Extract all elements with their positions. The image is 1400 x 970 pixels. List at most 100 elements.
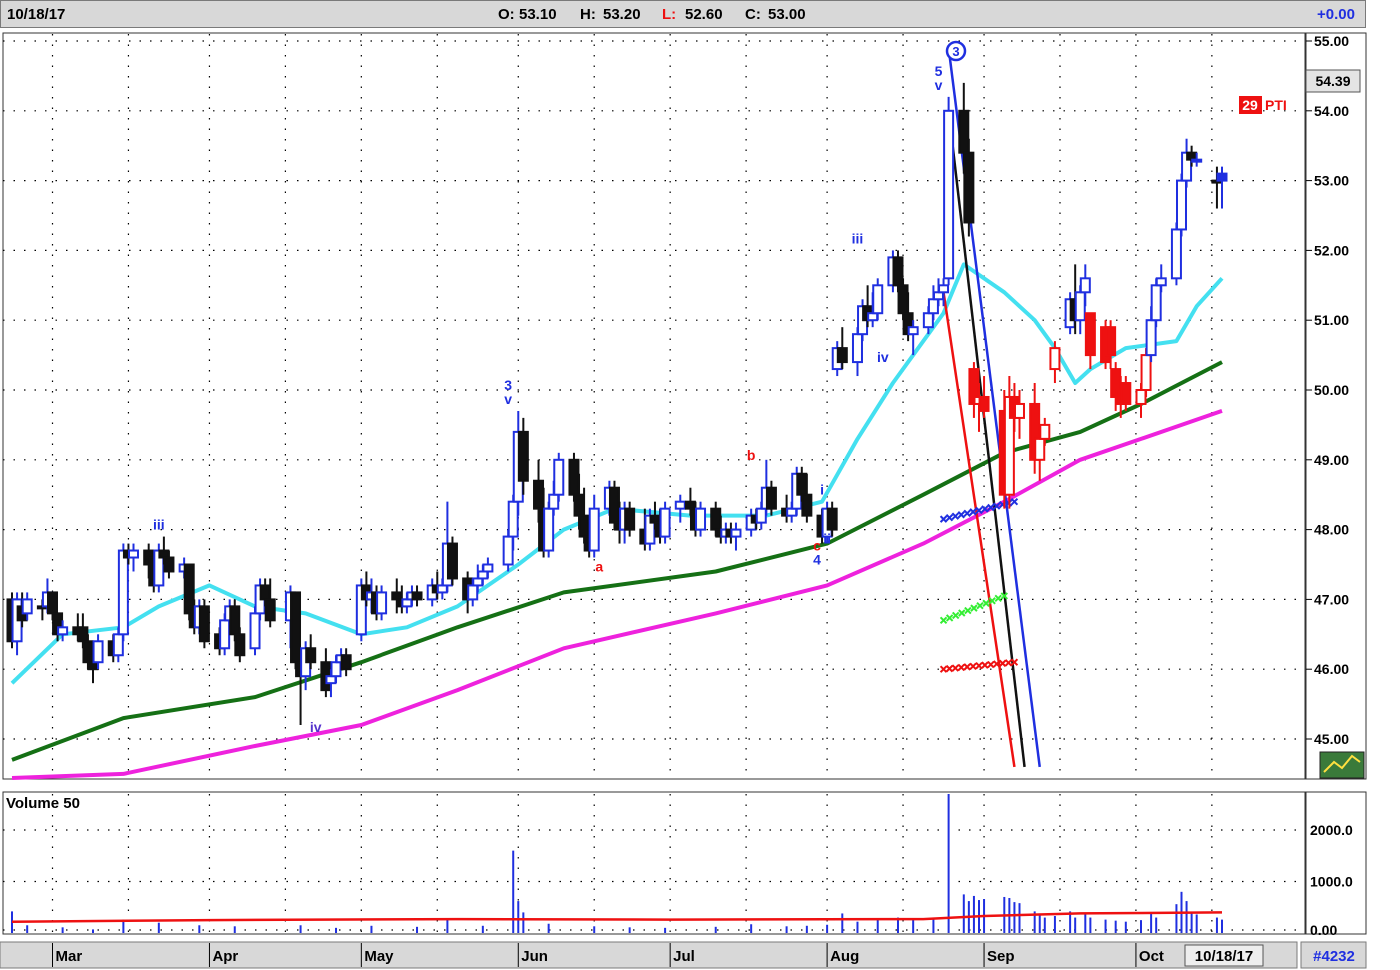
candle-body bbox=[158, 549, 170, 559]
stock-chart: Mar Apr May Jun Jul Aug Sep Oct 55.00 54.00 53.00… bbox=[0, 32, 1367, 969]
candle-body bbox=[695, 507, 707, 531]
candle-body bbox=[1175, 179, 1187, 231]
candle-body bbox=[674, 500, 686, 510]
month-label: Sep bbox=[987, 948, 1015, 965]
candle-body bbox=[1105, 326, 1117, 357]
candle-body bbox=[963, 151, 975, 224]
candle-body bbox=[1186, 151, 1198, 161]
candle-body bbox=[533, 479, 545, 510]
month-label: Jun bbox=[521, 948, 548, 965]
candle-body bbox=[796, 472, 808, 496]
candle-body bbox=[659, 507, 671, 538]
month-label: Apr bbox=[212, 948, 238, 965]
candle-body bbox=[47, 591, 59, 615]
price-tick-label: 50.00 bbox=[1314, 382, 1349, 398]
candle-body bbox=[801, 493, 813, 517]
price-tick-label: 47.00 bbox=[1314, 591, 1349, 607]
wave-label: i bbox=[820, 482, 824, 498]
price-tick-label: 46.00 bbox=[1314, 661, 1349, 677]
volume-tick-label: 2000.0 bbox=[1310, 822, 1353, 838]
candle-body bbox=[765, 486, 777, 510]
candle-body bbox=[755, 507, 767, 524]
candle-body bbox=[927, 298, 939, 315]
candle-body bbox=[588, 507, 600, 552]
candle-body bbox=[507, 500, 519, 538]
chart-tool-icon[interactable] bbox=[1319, 751, 1365, 779]
candle-body bbox=[1140, 354, 1152, 392]
candle-body bbox=[851, 333, 863, 364]
candle-body bbox=[1049, 347, 1061, 371]
month-label: Aug bbox=[830, 948, 859, 965]
wave-label: a bbox=[595, 558, 603, 574]
candle-body bbox=[1150, 284, 1162, 322]
candle-body bbox=[568, 458, 580, 496]
candle-body bbox=[922, 312, 934, 329]
candle-body bbox=[867, 312, 879, 322]
last-price: 54.39 bbox=[1315, 73, 1350, 89]
candle-body bbox=[128, 549, 140, 559]
candle-body bbox=[290, 591, 302, 664]
candle-body bbox=[482, 563, 494, 573]
candle-body bbox=[684, 500, 696, 510]
candle-body bbox=[436, 584, 448, 594]
candle-body bbox=[57, 626, 69, 636]
candle-body bbox=[1216, 172, 1228, 182]
candle-body bbox=[710, 507, 722, 531]
candle-body bbox=[943, 109, 955, 280]
price-tick-label: 49.00 bbox=[1314, 452, 1349, 468]
candle-body bbox=[958, 109, 970, 154]
candle-body bbox=[872, 284, 884, 315]
chart-tool-bg bbox=[1319, 751, 1365, 779]
candle-body bbox=[730, 528, 742, 538]
candle-body bbox=[77, 626, 89, 643]
candle-body bbox=[608, 486, 620, 524]
candle-body bbox=[578, 514, 590, 538]
pti-label: PTI bbox=[1265, 97, 1287, 113]
candle-body bbox=[978, 395, 990, 412]
candle-body bbox=[21, 598, 33, 615]
wave-label: iv bbox=[877, 349, 889, 365]
price-tick-label: 52.00 bbox=[1314, 242, 1349, 258]
volume-axis-frame bbox=[1305, 791, 1367, 935]
candle-body bbox=[553, 458, 565, 496]
cursor-date: 10/18/17 bbox=[1195, 948, 1253, 965]
volume-tick-label: 0.00 bbox=[1310, 922, 1337, 938]
candle-body bbox=[219, 619, 231, 650]
candle-body bbox=[330, 661, 342, 678]
candle-body bbox=[1155, 277, 1167, 287]
wave-label: v bbox=[504, 391, 512, 407]
wave-label: iii bbox=[852, 230, 864, 246]
candle-body bbox=[1079, 277, 1091, 294]
candle-body bbox=[1013, 402, 1025, 419]
candle-body bbox=[836, 347, 848, 364]
month-label: Mar bbox=[56, 948, 83, 965]
candle-body bbox=[163, 556, 175, 573]
symbol-id: #4232 bbox=[1313, 948, 1355, 965]
candle-body bbox=[446, 542, 458, 580]
candle-body bbox=[548, 493, 560, 510]
candle-body bbox=[305, 647, 317, 664]
candle-body bbox=[907, 326, 919, 336]
month-label: Oct bbox=[1139, 948, 1164, 965]
candle-body bbox=[938, 284, 950, 294]
wave-label: iii bbox=[153, 517, 165, 533]
wave-label: b bbox=[747, 447, 756, 463]
wave-label: 4 bbox=[813, 552, 821, 568]
pti-value: 29 bbox=[1242, 97, 1258, 113]
candle-body bbox=[401, 598, 413, 608]
candle-body bbox=[897, 284, 909, 315]
candle-body bbox=[1191, 158, 1203, 163]
month-label: May bbox=[364, 948, 394, 965]
candle-body bbox=[1034, 437, 1046, 461]
candle-body bbox=[649, 514, 661, 524]
volume-tick-label: 1000.0 bbox=[1310, 874, 1353, 890]
candle-body bbox=[786, 507, 798, 517]
candle-body bbox=[249, 612, 261, 650]
candle-body bbox=[573, 493, 585, 517]
candle-body bbox=[932, 291, 944, 301]
wave-label: ii bbox=[823, 531, 831, 547]
wave-3-text: 3 bbox=[952, 44, 959, 59]
candle-body bbox=[1145, 319, 1157, 357]
candle-body bbox=[1074, 291, 1086, 322]
price-tick-label: 48.00 bbox=[1314, 522, 1349, 538]
